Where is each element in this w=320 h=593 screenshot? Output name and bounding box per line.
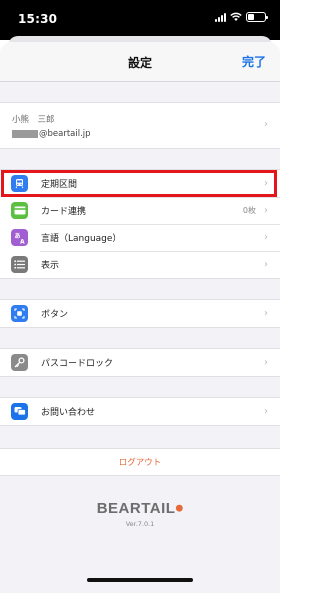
settings-menu-group: 定期区間 › カード連携 0枚 › あA 言語（Language） › 表示 › xyxy=(0,169,280,279)
chevron-right-icon: › xyxy=(264,308,268,319)
brand-name: BEARTAIL xyxy=(96,500,176,517)
account-group: 小熊 三郎 @beartail.jp › xyxy=(0,102,280,149)
menu-item-language[interactable]: あA 言語（Language） › xyxy=(0,224,280,251)
done-button[interactable]: 完了 xyxy=(242,53,266,70)
menu-item-passcode-lock[interactable]: パスコードロック › xyxy=(0,349,280,376)
chevron-right-icon: › xyxy=(264,119,268,130)
chevron-right-icon: › xyxy=(264,205,268,216)
menu-item-label: 定期区間 xyxy=(41,180,78,190)
language-icon: あA xyxy=(11,229,28,246)
logout-group: ログアウト xyxy=(0,448,280,476)
chevron-right-icon: › xyxy=(264,178,268,189)
status-time: 15:30 xyxy=(18,12,58,26)
settings-sheet: 設定 完了 小熊 三郎 @beartail.jp › 定期区間 › カード連携 … xyxy=(0,42,280,593)
chevron-right-icon: › xyxy=(264,232,268,243)
key-icon xyxy=(11,354,28,371)
menu-item-card-link[interactable]: カード連携 0枚 › xyxy=(0,197,280,224)
home-indicator[interactable] xyxy=(87,578,193,582)
button-group: ボタン › xyxy=(0,299,280,328)
wifi-icon xyxy=(230,12,242,21)
signal-icon xyxy=(215,12,226,22)
redacted-email-prefix xyxy=(12,130,38,138)
menu-item-label: 表示 xyxy=(41,261,60,271)
status-bar: 15:30 xyxy=(0,0,280,40)
account-row[interactable]: 小熊 三郎 @beartail.jp › xyxy=(0,103,280,148)
phone-screen: 15:30 設定 完了 小熊 三郎 @beartail.jp › 定期区間 › … xyxy=(0,0,280,593)
button-icon xyxy=(11,305,28,322)
menu-item-contact[interactable]: お問い合わせ › xyxy=(0,398,280,425)
menu-item-button[interactable]: ボタン › xyxy=(0,300,280,327)
menu-item-label: パスコードロック xyxy=(41,359,114,369)
brand-area: BEARTAIL● Ver.7.0.1 xyxy=(0,498,280,528)
list-icon xyxy=(11,256,28,273)
menu-item-label: カード連携 xyxy=(41,207,87,217)
status-icons xyxy=(215,12,268,22)
chevron-right-icon: › xyxy=(264,406,268,417)
menu-item-display[interactable]: 表示 › xyxy=(0,251,280,278)
battery-icon xyxy=(246,12,268,22)
app-version: Ver.7.0.1 xyxy=(125,520,155,528)
account-name: 小熊 三郎 xyxy=(12,115,55,125)
chevron-right-icon: › xyxy=(264,259,268,270)
chat-icon xyxy=(11,403,28,420)
card-icon xyxy=(11,202,28,219)
brand-logo: BEARTAIL● xyxy=(96,500,184,517)
card-count-value: 0枚 xyxy=(242,206,256,215)
contact-group: お問い合わせ › xyxy=(0,397,280,426)
train-icon xyxy=(11,175,28,192)
menu-item-label: 言語（Language） xyxy=(41,234,122,244)
account-email: @beartail.jp xyxy=(12,129,91,139)
logout-button[interactable]: ログアウト xyxy=(119,456,162,468)
menu-item-commuter-route[interactable]: 定期区間 › xyxy=(0,170,280,197)
chevron-right-icon: › xyxy=(264,357,268,368)
menu-item-label: ボタン xyxy=(41,310,69,320)
svg-text:A: A xyxy=(20,238,25,244)
passcode-group: パスコードロック › xyxy=(0,348,280,377)
navigation-bar: 設定 完了 xyxy=(0,42,280,82)
menu-item-label: お問い合わせ xyxy=(41,408,96,418)
account-email-suffix: @beartail.jp xyxy=(39,129,91,139)
page-title: 設定 xyxy=(127,56,152,70)
